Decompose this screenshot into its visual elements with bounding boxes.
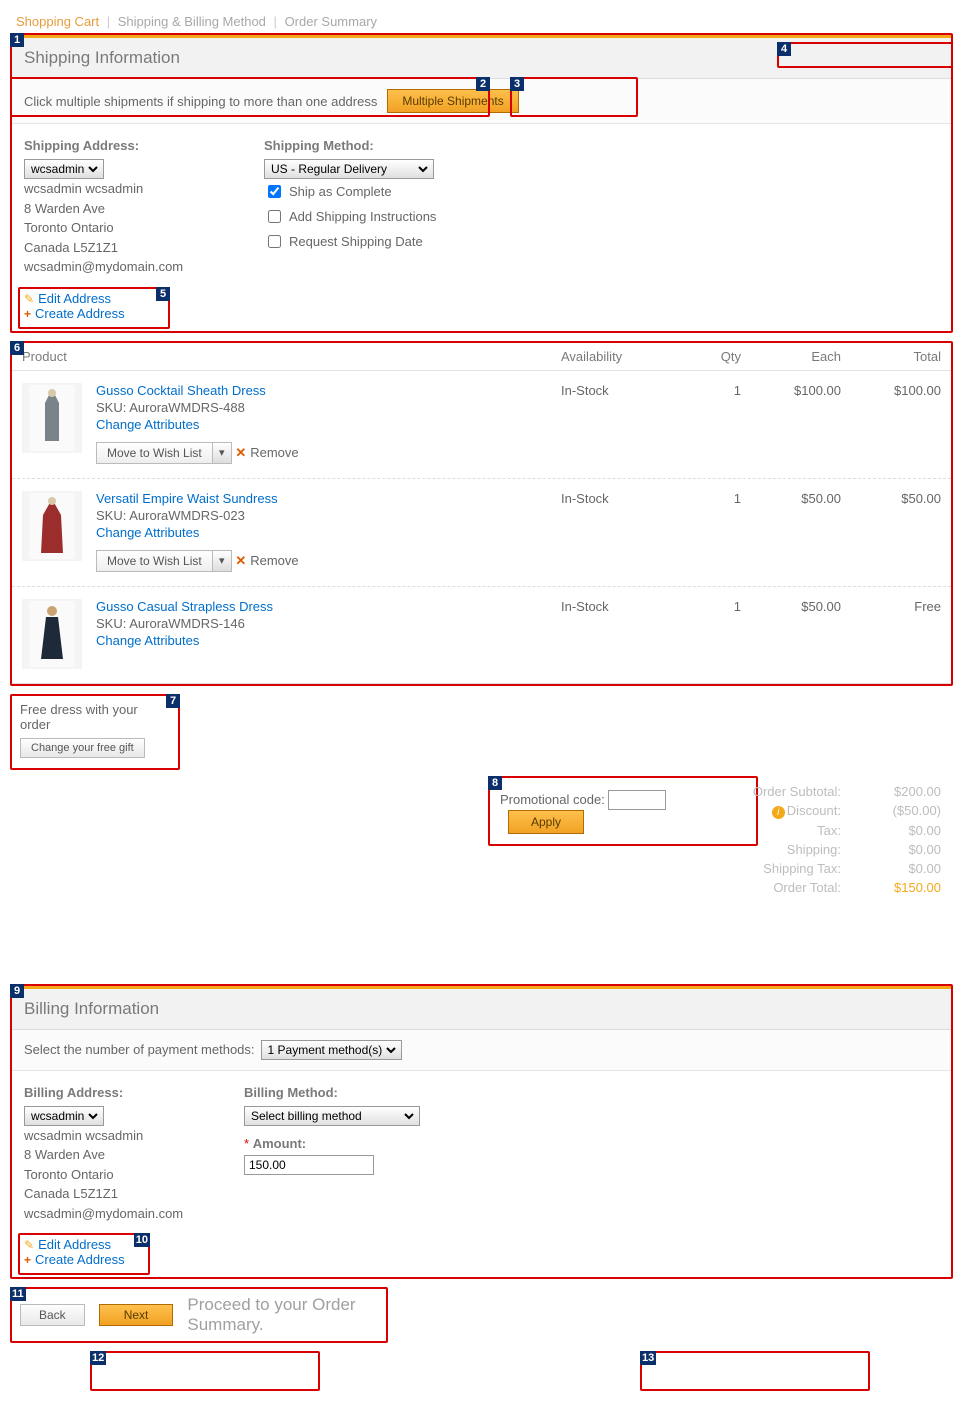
- chevron-down-icon[interactable]: ▾: [212, 550, 232, 572]
- price-each: $50.00: [741, 599, 841, 669]
- price-total: $50.00: [841, 491, 941, 572]
- billing-method-select[interactable]: Select billing method: [244, 1106, 420, 1126]
- num-payment-methods-select[interactable]: 1 Payment method(s): [261, 1040, 402, 1060]
- product-name-link[interactable]: Gusso Casual Strapless Dress: [96, 599, 273, 614]
- move-to-wishlist-button[interactable]: Move to Wish List▾: [96, 442, 232, 464]
- product-table-section: 6 Product Availability Qty Each Total Gu…: [10, 341, 953, 686]
- ship-as-complete-checkbox[interactable]: [268, 185, 281, 198]
- add-shipping-instructions-checkbox[interactable]: [268, 210, 281, 223]
- product-table-header: Product Availability Qty Each Total: [12, 343, 951, 371]
- close-icon: ✕: [235, 445, 246, 460]
- product-sku: SKU: AuroraWMDRS-488: [96, 400, 299, 415]
- breadcrumb-shipping-billing[interactable]: Shipping & Billing Method: [118, 14, 266, 29]
- change-free-gift-button[interactable]: Change your free gift: [20, 738, 145, 758]
- apply-promo-button[interactable]: Apply: [508, 810, 584, 834]
- change-attributes-link[interactable]: Change Attributes: [96, 633, 199, 648]
- amount-input[interactable]: [244, 1155, 374, 1175]
- billing-method-label: Billing Method:: [244, 1085, 544, 1100]
- move-to-wishlist-button[interactable]: Move to Wish List▾: [96, 550, 232, 572]
- breadcrumb-cart[interactable]: Shopping Cart: [16, 14, 99, 29]
- remove-item-link[interactable]: ✕Remove: [235, 553, 298, 569]
- chevron-down-icon[interactable]: ▾: [212, 442, 232, 464]
- breadcrumb-order-summary[interactable]: Order Summary: [285, 14, 377, 29]
- product-row: Gusso Cocktail Sheath Dress SKU: AuroraW…: [12, 371, 951, 479]
- info-icon: i: [772, 806, 785, 819]
- product-image[interactable]: [22, 599, 82, 669]
- product-row: Gusso Casual Strapless Dress SKU: Aurora…: [12, 587, 951, 684]
- billing-info-title: Billing Information: [12, 986, 951, 1030]
- product-image[interactable]: [22, 383, 82, 453]
- price-each: $100.00: [741, 383, 841, 464]
- product-sku: SKU: AuroraWMDRS-023: [96, 508, 299, 523]
- availability: In-Stock: [561, 599, 671, 669]
- order-totals: Order Subtotal:$200.00 iDiscount:($50.00…: [689, 782, 953, 909]
- remove-item-link[interactable]: ✕Remove: [235, 445, 298, 461]
- product-name-link[interactable]: Versatil Empire Waist Sundress: [96, 491, 278, 506]
- change-attributes-link[interactable]: Change Attributes: [96, 525, 199, 540]
- shipping-info-title: Shipping Information 4: [12, 35, 951, 79]
- product-row: Versatil Empire Waist Sundress SKU: Auro…: [12, 479, 951, 587]
- price-total: Free: [841, 599, 941, 669]
- billing-address-label: Billing Address:: [24, 1085, 204, 1100]
- price-total: $100.00: [841, 383, 941, 464]
- shipping-addr-name: wcsadmin wcsadmin: [24, 179, 224, 199]
- request-shipping-date-checkbox[interactable]: [268, 235, 281, 248]
- shipping-method-label: Shipping Method:: [264, 138, 564, 153]
- product-name-link[interactable]: Gusso Cocktail Sheath Dress: [96, 383, 266, 398]
- qty: 1: [671, 491, 741, 572]
- proceed-hint: Proceed to your Order Summary.: [187, 1295, 378, 1335]
- shipping-method-select[interactable]: US - Regular Delivery: [264, 159, 434, 179]
- shipping-address-select[interactable]: wcsadmin: [24, 159, 104, 179]
- back-button[interactable]: Back: [20, 1304, 85, 1326]
- price-each: $50.00: [741, 491, 841, 572]
- promo-code-input[interactable]: [608, 790, 666, 810]
- next-button[interactable]: Next: [99, 1304, 174, 1326]
- billing-address-select[interactable]: wcsadmin: [24, 1106, 104, 1126]
- placeholder-13: 13: [640, 1351, 870, 1391]
- qty: 1: [671, 383, 741, 464]
- amount-label: Amount:: [253, 1136, 306, 1151]
- action-row-section: 11 Back Next Proceed to your Order Summa…: [10, 1287, 388, 1343]
- product-image[interactable]: [22, 491, 82, 561]
- shipping-address-label: Shipping Address:: [24, 138, 224, 153]
- availability: In-Stock: [561, 491, 671, 572]
- billing-information-section: 9 Billing Information Select the number …: [10, 984, 953, 1280]
- close-icon: ✕: [235, 553, 246, 568]
- num-payment-methods-label: Select the number of payment methods:: [24, 1042, 255, 1057]
- shipping-information-section: 1 Shipping Information 4 2 3 Click multi…: [10, 33, 953, 333]
- change-attributes-link[interactable]: Change Attributes: [96, 417, 199, 432]
- free-gift-msg: Free dress with your order: [20, 702, 170, 732]
- availability: In-Stock: [561, 383, 671, 464]
- placeholder-12: 12: [90, 1351, 320, 1391]
- breadcrumb: Shopping Cart | Shipping & Billing Metho…: [10, 10, 953, 33]
- free-gift-section: 7 Free dress with your order Change your…: [10, 694, 180, 770]
- qty: 1: [671, 599, 741, 669]
- promo-label: Promotional code:: [500, 792, 605, 807]
- product-sku: SKU: AuroraWMDRS-146: [96, 616, 273, 631]
